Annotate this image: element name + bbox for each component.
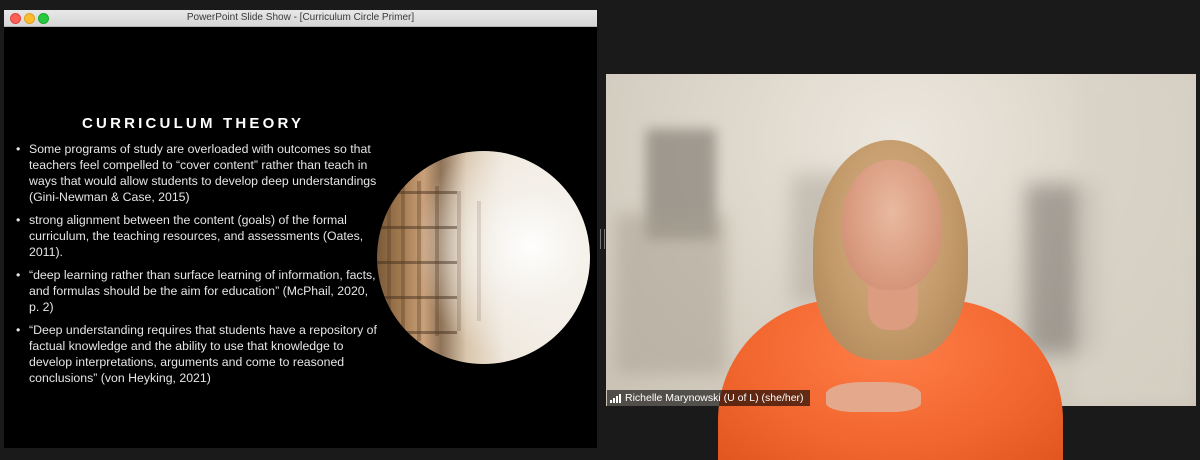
- bullet-item: Some programs of study are overloaded wi…: [14, 141, 379, 205]
- signal-strength-icon: [610, 393, 621, 403]
- bullet-item: strong alignment between the content (go…: [14, 212, 379, 260]
- bullet-list: Some programs of study are overloaded wi…: [14, 141, 379, 393]
- presentation-slide[interactable]: CURRICULUM THEORY Some programs of study…: [4, 27, 597, 448]
- window-title: PowerPoint Slide Show - [Curriculum Circ…: [186, 12, 415, 23]
- slideshow-window: PowerPoint Slide Show - [Curriculum Circ…: [4, 10, 597, 448]
- panel-resize-handle[interactable]: [600, 229, 605, 249]
- window-titlebar[interactable]: PowerPoint Slide Show - [Curriculum Circ…: [4, 10, 597, 27]
- library-bookshelf-image: [377, 151, 590, 364]
- bullet-item: “deep learning rather than surface learn…: [14, 267, 379, 315]
- participant-name: Richelle Marynowski (U of L) (she/her): [625, 392, 804, 404]
- participant-face: [842, 160, 942, 290]
- bullet-item: “Deep understanding requires that studen…: [14, 322, 379, 386]
- participant-name-label: Richelle Marynowski (U of L) (she/her): [607, 390, 810, 406]
- slide-heading: CURRICULUM THEORY: [82, 115, 305, 132]
- participant-hand: [826, 382, 921, 412]
